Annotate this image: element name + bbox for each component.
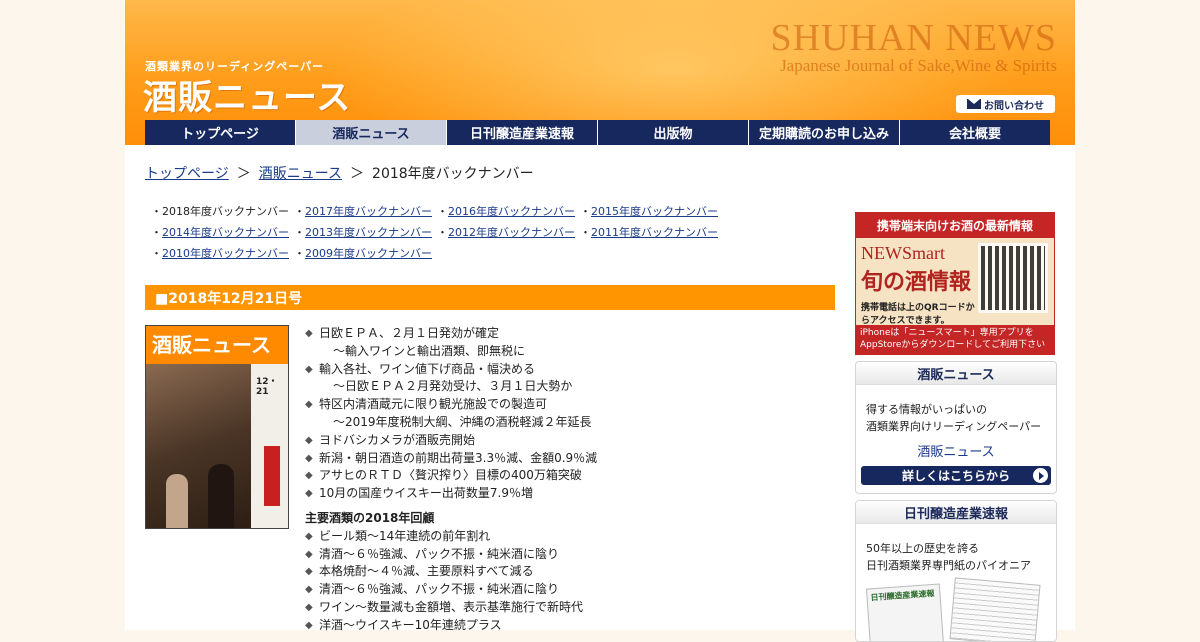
breadcrumb-home-link[interactable]: トップページ [145,166,229,182]
daily-report-box: 日刊醸造産業速報 50年以上の歴史を誇る 日刊酒類業界専門紙のパイオニア 日刊醸… [855,500,1057,642]
mail-icon [967,99,981,109]
headline-item: ◆ 10月の国産ウイスキー出荷数量7.9％増 [305,485,825,503]
year-row: ・2014年度バックナンバー ・2013年度バックナンバー ・2012年度バック… [151,221,751,242]
shuhan-news-image-link[interactable]: 酒販ニュース [856,441,1056,460]
year-2015-link[interactable]: ・2015年度バックナンバー [580,203,723,219]
page: 酒類業界のリーディングペーパー 酒販ニュース SHUHAN NEWS Japan… [125,0,1075,642]
diamond-bullet-icon: ◆ [305,470,313,482]
nav-shuhan-news[interactable]: 酒販ニュース [296,120,447,145]
contact-label: お問い合わせ [984,100,1044,112]
year-2010-link[interactable]: ・2010年度バックナンバー [151,245,294,261]
year-2011-link[interactable]: ・2011年度バックナンバー [580,224,723,240]
year-2016-link[interactable]: ・2016年度バックナンバー [437,203,580,219]
year-2017-link[interactable]: ・2017年度バックナンバー [294,203,437,219]
section-heading: 主要酒類の2018年回顧 [305,510,435,525]
newsmart-app-banner[interactable]: 携帯端末向けお酒の最新情報 NEWSmart 旬の酒情報 携帯電話は上のQRコー… [855,212,1055,355]
review-item: ◆ ビール類～14年連続の前年割れ [305,528,825,546]
review-item: ◆ 洋酒～ウイスキー10年連続プラス [305,617,825,635]
headline-item: ◆ 新潟・朝日酒造の前期出荷量3.3％減、金額0.9％減 [305,450,825,468]
diamond-bullet-icon: ◆ [305,488,313,500]
cover-red-banner [264,446,280,506]
year-2009-link[interactable]: ・2009年度バックナンバー [294,245,437,261]
headline-item: ◆ 特区内清酒蔵元に限り観光施設での製造可 ～2019年度税制大綱、沖縄の酒税軽減２… [305,397,592,429]
nav-publications[interactable]: 出版物 [598,120,749,145]
headline-list: ◆ 日欧ＥＰＡ、２月１日発効が確定 ～輸入ワインと輸出酒類、即無税に ◆ 輸入各社、ワ… [305,325,825,635]
box-title: 酒販ニュース [856,362,1056,385]
diamond-bullet-icon: ◆ [305,434,313,446]
diamond-bullet-icon: ◆ [305,619,313,631]
app-banner-body: NEWSmart 旬の酒情報 携帯電話は上のQRコードからアクセスできます。 [861,243,976,326]
issue-cover-image[interactable]: 酒販ニュース 12・21 [145,325,289,529]
details-button[interactable]: 詳しくはこちらから [861,466,1051,485]
breadcrumb: トップページ ＞ 酒販ニュース ＞ 2018年度バックナンバー [145,163,534,183]
diamond-bullet-icon: ◆ [305,566,313,578]
year-row: ・2018年度バックナンバー ・2017年度バックナンバー ・2016年度バック… [151,200,751,221]
diamond-bullet-icon: ◆ [305,399,313,411]
headline-item: ◆ アサヒのＲＴＤ〈贅沢搾り〉目標の400万箱突破 [305,467,825,485]
app-banner-heading: 携帯端末向けお酒の最新情報 [856,213,1054,238]
app-tagline: 旬の酒情報 [861,269,972,294]
box-description: 50年以上の歴史を誇る 日刊酒類業界専門紙のパイオニア [866,542,1031,572]
issue-title-bar: ■2018年12月21日号 [145,285,835,310]
qr-note: 携帯電話は上のQRコードからアクセスできます。 [861,303,975,326]
cover-date: 12・21 [256,377,278,397]
headline-item: ◆ 日欧ＥＰＡ、２月１日発効が確定 ～輸入ワインと輸出酒類、即無税に [305,326,526,358]
shuhan-news-box: 酒販ニュース 得する情報がいっぱいの 酒類業界向けリーディングペーパー 酒販ニュ… [855,361,1057,494]
contact-button[interactable]: お問い合わせ [956,95,1055,113]
sidebar: 携帯端末向けお酒の最新情報 NEWSmart 旬の酒情報 携帯電話は上のQRコー… [855,212,1057,642]
year-2013-link[interactable]: ・2013年度バックナンバー [294,224,437,240]
diamond-bullet-icon: ◆ [305,328,313,339]
year-row: ・2010年度バックナンバー ・2009年度バックナンバー [151,242,751,263]
cover-person [208,464,234,528]
diamond-bullet-icon: ◆ [305,452,313,464]
review-item: ◆ 本格焼酎～４％減、主要原料すべて減る [305,563,825,581]
cover-masthead: 酒販ニュース [146,326,288,364]
breadcrumb-separator: ＞ [350,166,365,182]
year-archive-links: ・2018年度バックナンバー ・2017年度バックナンバー ・2016年度バック… [151,200,751,263]
review-item: ◆ 清酒～６％強減、パック不振・純米酒に陰り [305,546,825,564]
main-nav: トップページ 酒販ニュース 日刊醸造産業速報 出版物 定期購読のお申し込み 会社… [145,120,1050,145]
nav-subscription[interactable]: 定期購読のお申し込み [749,120,900,145]
review-item: ◆ 清酒～６％強減、パック不振・純米酒に陰り [305,581,825,599]
app-name: NEWSmart [861,243,945,263]
nav-company[interactable]: 会社概要 [900,120,1050,145]
cover-photo [146,364,251,528]
app-banner-footer: iPhoneは「ニュースマート」専用アプリをAppStoreからダウンロードして… [856,325,1054,354]
qr-code-icon [978,243,1048,313]
arrow-right-icon [1033,468,1048,483]
year-2014-link[interactable]: ・2014年度バックナンバー [151,224,294,240]
site-header: 酒類業界のリーディングペーパー 酒販ニュース SHUHAN NEWS Japan… [125,0,1075,145]
box-title: 日刊醸造産業速報 [856,501,1056,524]
review-item: ◆ ワイン～数量減も金額増、表示基準施行で新時代 [305,599,825,617]
headline-item: ◆ 輸入各社、ワイン値下げ商品・幅決める ～日欧ＥＰＡ２月発効受け、３月１日大勢か [305,361,573,394]
year-2018-current: ・2018年度バックナンバー [151,204,289,218]
brand-english-title: SHUHAN NEWS [770,17,1057,59]
brand-english-subtitle: Japanese Journal of Sake,Wine & Spirits [780,56,1057,75]
diamond-bullet-icon: ◆ [305,548,313,560]
nav-top-page[interactable]: トップページ [145,120,296,145]
diamond-bullet-icon: ◆ [305,601,313,613]
newspaper-image[interactable] [949,577,1041,641]
headline-item: ◆ ヨドバシカメラが酒販売開始 [305,432,825,450]
site-logo[interactable]: 酒販ニュース [143,70,351,119]
year-2012-link[interactable]: ・2012年度バックナンバー [437,224,580,240]
diamond-bullet-icon: ◆ [305,530,313,542]
newspaper-image[interactable]: 日刊醸造産業速報 [865,583,945,641]
diamond-bullet-icon: ◆ [305,584,313,596]
box-description: 得する情報がいっぱいの 酒類業界向けリーディングペーパー [866,403,1042,433]
nav-daily-report[interactable]: 日刊醸造産業速報 [447,120,598,145]
breadcrumb-current: 2018年度バックナンバー [372,166,534,182]
diamond-bullet-icon: ◆ [305,363,313,375]
cover-person [166,474,188,528]
breadcrumb-separator: ＞ [236,166,251,182]
breadcrumb-section-link[interactable]: 酒販ニュース [259,166,342,182]
